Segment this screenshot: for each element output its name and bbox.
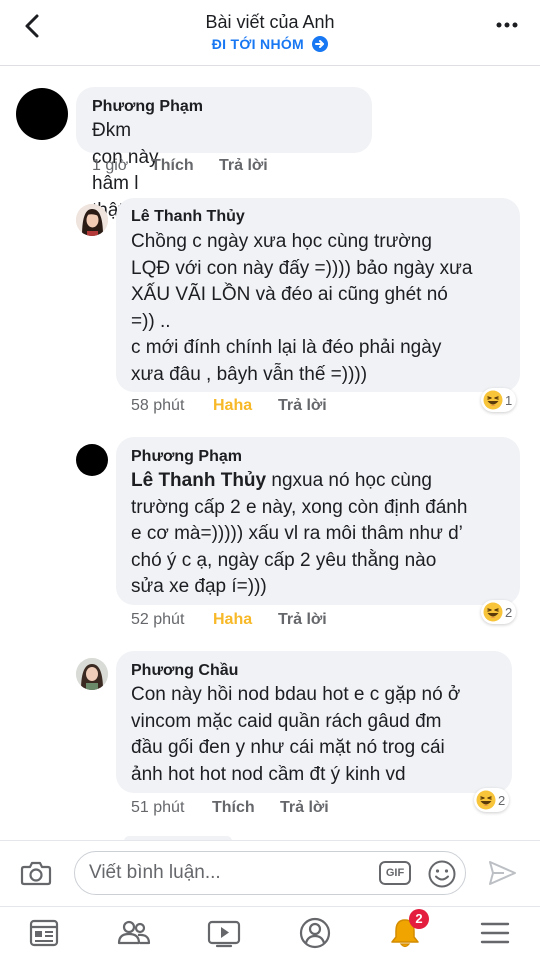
like-label: Thích (212, 799, 255, 816)
avatar[interactable] (16, 88, 68, 140)
reply-button[interactable]: Trả lời (278, 611, 327, 629)
comment-text: Lê Thanh Thủy ngxua nó học cùng trường c… (131, 468, 511, 601)
groups-icon[interactable] (116, 915, 152, 951)
comment-line: =)) .. (131, 310, 171, 332)
comment-composer: GIF (0, 840, 540, 906)
emoji-icon[interactable] (427, 859, 457, 889)
haha-reaction-button[interactable]: Haha (213, 397, 252, 415)
watch-icon[interactable] (206, 915, 242, 951)
haha-emoji-icon (483, 390, 503, 410)
comment-line: XẤU VÃI LỒN và đéo ai cũng ghét nó (131, 284, 448, 305)
comment-time-text: 51 phút (131, 799, 185, 816)
comment-input-box[interactable]: GIF (74, 851, 466, 895)
comment-line: Lê Thanh Thủy ngxua nó học cùng (131, 468, 511, 495)
gif-button[interactable]: GIF (379, 861, 411, 885)
reaction-count: 2 (505, 604, 513, 620)
reply-label: Trả lời (280, 799, 329, 816)
reply-label: Trả lời (278, 611, 327, 628)
comment-line: e cơ mà=))))) xấu vl ra môi thâm như d’ (131, 523, 463, 544)
page-title: Bài viết của Anh (205, 12, 335, 32)
like-button[interactable]: Thích (151, 157, 194, 175)
comment-time-text: 58 phút (131, 397, 185, 414)
haha-label: Haha (213, 611, 253, 628)
arrow-right-circle-icon (312, 36, 329, 52)
comment-line-rest: ngxua nó học cùng (266, 470, 432, 491)
notifications-tab[interactable]: 2 (387, 909, 429, 951)
comment-line: ảnh hot hot nod cầm đt ý kinh vd (131, 763, 406, 785)
reply-button[interactable]: Trả lời (280, 799, 329, 817)
comment-author[interactable]: Lê Thanh Thủy (131, 208, 245, 226)
reaction-count-badge[interactable]: 2 (481, 600, 517, 624)
go-to-group-link[interactable]: ĐI TỚI NHÓM (0, 36, 540, 52)
comment-author[interactable]: Phương Phạm (131, 448, 242, 466)
comment-time: 58 phút (131, 397, 184, 415)
reply-label: Trả lời (278, 397, 327, 414)
menu-icon[interactable] (477, 915, 513, 951)
haha-emoji-icon (483, 602, 503, 622)
like-button[interactable]: Thích (212, 799, 255, 817)
comment-input[interactable] (89, 860, 369, 886)
haha-label: Haha (213, 397, 253, 414)
haha-emoji-icon (476, 790, 496, 810)
avatar[interactable] (76, 658, 108, 690)
comment-line: Chồng c ngày xưa học cùng trường (131, 231, 432, 252)
comment-time: 51 phút (131, 799, 184, 817)
more-dots-icon[interactable] (496, 22, 518, 28)
reaction-count-badge[interactable]: 1 (481, 388, 517, 412)
reply-button[interactable]: Trả lời (219, 157, 268, 175)
comment-line: trường cấp 2 e này, xong còn định đánh (131, 496, 468, 518)
comment-author[interactable]: Phương Phạm (92, 98, 203, 116)
comment-actions: 1 giờ (92, 157, 128, 175)
comment-line: Con này hồi nod bdau hot e c gặp nó ở (131, 684, 461, 705)
comment-text: Con này hồi nod bdau hot e c gặp nó ở vi… (131, 682, 506, 788)
reaction-count: 2 (498, 792, 506, 808)
feed-icon[interactable] (26, 915, 62, 951)
comment-line: sửa xe đạp í=))) (131, 576, 267, 597)
comment-line: xưa đâu , bâyh vẫn thế =)))) (131, 363, 368, 385)
go-to-group-label: ĐI TỚI NHÓM (211, 36, 305, 52)
comment-line: LQĐ với con này đấy =)))) bảo ngày xưa (131, 257, 473, 279)
post-header: Bài viết của Anh ĐI TỚI NHÓM (0, 0, 540, 66)
comment-time: 52 phút (131, 611, 184, 629)
bottom-tab-bar: 2 (0, 906, 540, 960)
avatar[interactable] (76, 444, 108, 476)
comment-line: vincom mặc caid quần rách gâud đm (131, 710, 442, 732)
comment-line: c mới đính chính lại là đéo phải ngày (131, 337, 442, 358)
reply-label: Trả lời (219, 157, 268, 174)
send-icon[interactable] (486, 857, 518, 889)
profile-icon[interactable] (297, 915, 333, 951)
reaction-count: 1 (505, 392, 513, 408)
mention-link[interactable]: Lê Thanh Thủy (131, 470, 266, 491)
comment-line: đầu gối đen y như cái mặt nó trog cái (131, 737, 445, 758)
reply-button[interactable]: Trả lời (278, 397, 327, 415)
notifications-badge: 2 (409, 909, 429, 929)
comment-author[interactable]: Phương Chầu (131, 662, 238, 680)
camera-icon[interactable] (20, 857, 52, 889)
comment-time-text: 52 phút (131, 611, 185, 628)
comment-text: Chồng c ngày xưa học cùng trường LQĐ với… (131, 229, 511, 388)
comment-line: chó ý c ạ, ngày cấp 2 yêu thằng nào (131, 549, 437, 571)
haha-reaction-button[interactable]: Haha (213, 611, 252, 629)
like-label: Thích (151, 157, 194, 174)
avatar[interactable] (76, 204, 108, 236)
comment-time: 1 giờ (92, 157, 129, 174)
reaction-count-badge[interactable]: 2 (474, 788, 510, 812)
